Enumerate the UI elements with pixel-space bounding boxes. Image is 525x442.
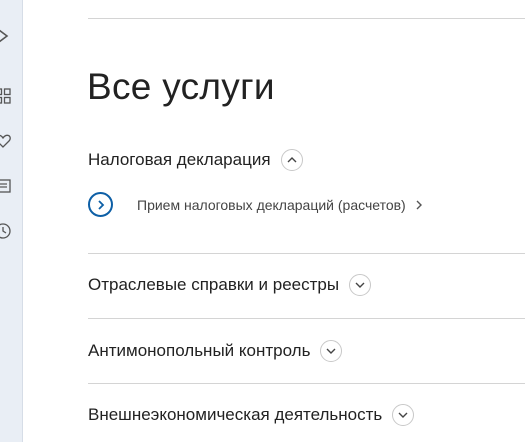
grid-icon[interactable] — [0, 87, 12, 105]
page-title: Все услуги — [87, 66, 275, 107]
heart-icon[interactable] — [0, 132, 12, 150]
chevron-right-icon — [416, 200, 422, 209]
collapse-toggle[interactable] — [280, 149, 303, 171]
section-divider — [88, 383, 525, 384]
service-link-tax-declarations[interactable]: Прием налоговых деклараций (расчетов) — [88, 192, 424, 217]
section-header[interactable]: Отраслевые справки и реестры — [88, 272, 525, 298]
left-sidebar — [0, 0, 23, 442]
section-header[interactable]: Антимонопольный контроль — [88, 338, 525, 364]
expand-toggle[interactable] — [349, 274, 372, 296]
section-title[interactable]: Налоговая декларация — [88, 150, 271, 170]
section-foreign-trade: Внешнеэкономическая деятельность — [88, 402, 525, 428]
expand-toggle[interactable] — [392, 404, 415, 426]
section-divider — [88, 318, 525, 319]
section-title[interactable]: Внешнеэкономическая деятельность — [88, 405, 382, 425]
chevron-down-icon — [398, 412, 408, 418]
section-tax-declaration: Налоговая декларация — [88, 147, 525, 173]
clock-icon[interactable] — [0, 222, 12, 240]
circle-arrow-icon — [88, 192, 113, 217]
section-divider — [88, 253, 525, 254]
list-icon[interactable] — [0, 177, 12, 195]
chevron-down-icon — [355, 282, 365, 288]
section-antimonopoly: Антимонопольный контроль — [88, 338, 525, 364]
section-title[interactable]: Отраслевые справки и реестры — [88, 275, 339, 295]
chevron-up-icon — [287, 157, 297, 163]
chevron-right-icon[interactable] — [0, 27, 12, 45]
section-header[interactable]: Налоговая декларация — [88, 147, 525, 173]
chevron-down-icon — [326, 348, 336, 354]
service-link-label[interactable]: Прием налоговых деклараций (расчетов) — [137, 197, 406, 213]
section-title[interactable]: Антимонопольный контроль — [88, 341, 310, 361]
top-divider — [88, 18, 525, 19]
expand-toggle[interactable] — [320, 340, 343, 362]
section-header[interactable]: Внешнеэкономическая деятельность — [88, 402, 525, 428]
section-industry-references: Отраслевые справки и реестры — [88, 272, 525, 298]
